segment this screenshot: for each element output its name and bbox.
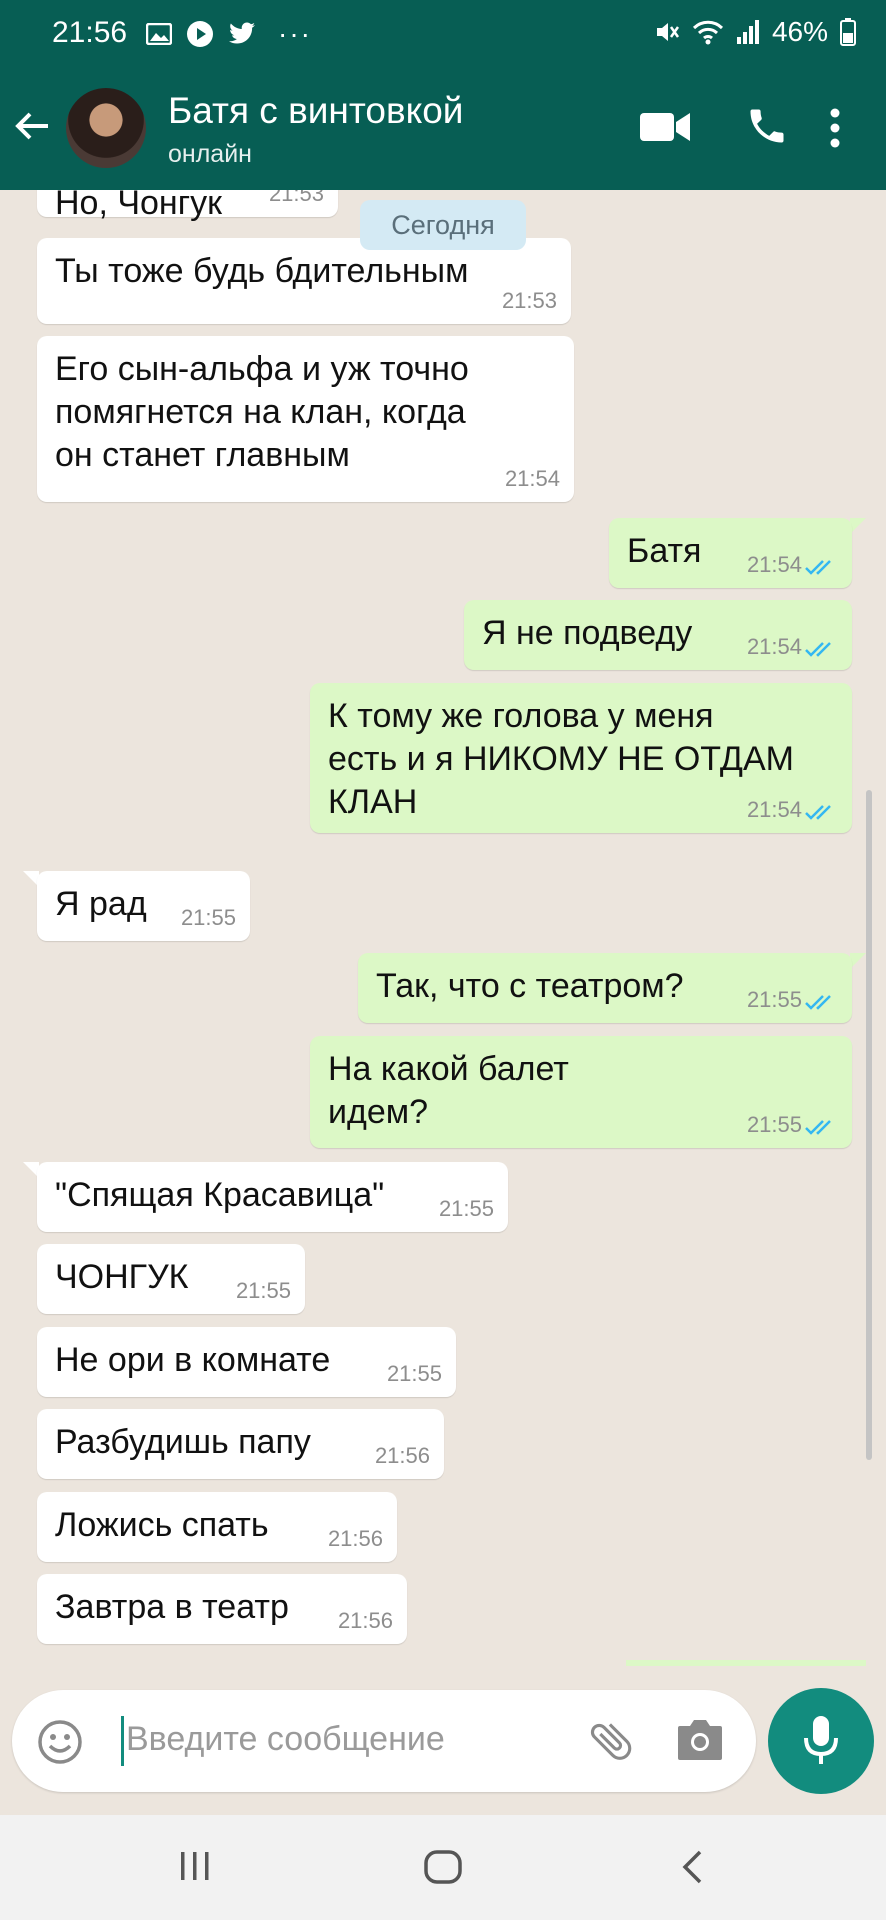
battery-level: 46% [771, 16, 828, 47]
message-text: Разбудишь папу [55, 1423, 311, 1461]
incoming-message[interactable]: Я рад 21:55 [37, 871, 250, 941]
message-time: 21:54 [746, 552, 802, 577]
read-ticks-icon [805, 1120, 831, 1135]
incoming-message[interactable]: Ты тоже будь бдительным 21:53 [37, 238, 571, 324]
youtube-icon [187, 21, 213, 47]
message-time: 21:54 [746, 797, 802, 822]
attach-icon[interactable] [586, 1716, 636, 1766]
back-arrow-icon[interactable] [12, 106, 52, 146]
message-time: 21:55 [746, 987, 802, 1012]
incoming-message[interactable]: Завтра в театр 21:56 [37, 1574, 407, 1644]
contact-name[interactable]: Батя с винтовкой [168, 90, 463, 132]
mic-button[interactable] [768, 1688, 874, 1794]
message-time: 21:55 [746, 1112, 802, 1137]
incoming-message[interactable]: Но, Чонгук 21:53 [37, 190, 338, 222]
message-time: 21:56 [374, 1443, 430, 1468]
message-text: Батя [627, 532, 702, 570]
message-time: 21:55 [386, 1361, 442, 1386]
read-ticks-icon [805, 560, 831, 575]
incoming-message[interactable]: ЧОНГУК 21:55 [37, 1244, 305, 1314]
more-icon[interactable] [828, 106, 842, 150]
chat-header: Батя с винтовкой онлайн [0, 68, 886, 190]
video-call-icon[interactable] [640, 110, 690, 144]
contact-status: онлайн [168, 140, 252, 168]
message-time: 21:55 [438, 1196, 494, 1221]
status-bar: 21:56 ··· 46% [0, 0, 886, 68]
system-nav-bar [0, 1815, 886, 1920]
incoming-message[interactable]: Ложись спать 21:56 [37, 1492, 397, 1562]
home-icon[interactable] [423, 1849, 463, 1885]
date-chip: Сегодня [360, 200, 526, 250]
message-text: Ты тоже будь бдительным [55, 252, 469, 290]
outgoing-message[interactable]: К тому же голова у меня есть и я НИКОМУ … [310, 683, 852, 833]
message-text: Ложись спать [55, 1506, 269, 1544]
message-time: 21:53 [268, 190, 324, 206]
message-input[interactable]: Введите сообщение [126, 1720, 445, 1759]
battery-icon [840, 18, 856, 46]
message-time: 21:55 [180, 905, 236, 930]
message-text: Завтра в театр [55, 1588, 289, 1626]
outgoing-message[interactable]: Батя 21:54 [609, 518, 852, 588]
more-notifications-icon: ··· [278, 18, 312, 49]
chat-area[interactable]: Но, Чонгук 21:53 Ты тоже будь бдительным 21… [0, 190, 886, 1685]
message-text: Я не подведу [482, 614, 693, 652]
phone-icon[interactable] [745, 104, 789, 148]
message-time: 21:54 [746, 634, 802, 659]
mute-icon [656, 23, 679, 41]
bubble-tail [850, 953, 866, 969]
outgoing-message[interactable]: На какой балет идем? 21:55 [310, 1036, 852, 1148]
incoming-message[interactable]: Разбудишь папу 21:56 [37, 1409, 444, 1479]
message-time: 21:55 [235, 1278, 291, 1303]
message-time: 21:53 [501, 288, 557, 313]
text-cursor [121, 1716, 124, 1766]
camera-icon[interactable] [676, 1718, 724, 1762]
outgoing-bubble-edge [626, 1660, 866, 1666]
read-ticks-icon [805, 805, 831, 820]
wifi-icon [692, 20, 724, 45]
nav-back-icon[interactable] [680, 1849, 704, 1885]
read-ticks-icon [805, 642, 831, 657]
message-text: Его сын-альфа и уж точно помягнется на к… [55, 350, 469, 474]
read-ticks-icon [805, 995, 831, 1010]
message-text: К тому же голова у меня есть и я НИКОМУ … [328, 697, 794, 821]
emoji-icon[interactable] [36, 1718, 84, 1766]
mic-icon [804, 1716, 838, 1764]
signal-icon [736, 20, 759, 44]
status-time: 21:56 [52, 16, 128, 49]
message-text: ЧОНГУК [55, 1258, 189, 1296]
bubble-tail [850, 518, 866, 534]
recents-icon[interactable] [178, 1849, 212, 1883]
message-text: Я рад [55, 885, 147, 923]
gallery-icon [146, 23, 172, 45]
incoming-message[interactable]: "Спящая Красавица" 21:55 [37, 1162, 508, 1232]
outgoing-message[interactable]: Я не подведу 21:54 [464, 600, 852, 670]
twitter-icon [229, 22, 255, 44]
outgoing-message[interactable]: Так, что с театром? 21:55 [358, 953, 852, 1023]
message-time: 21:56 [327, 1526, 383, 1551]
message-text: "Спящая Красавица" [55, 1176, 385, 1214]
message-text: Но, Чонгук [55, 190, 222, 222]
message-text: Не ори в комнате [55, 1341, 331, 1379]
message-time: 21:54 [504, 466, 560, 491]
incoming-message[interactable]: Не ори в комнате 21:55 [37, 1327, 456, 1397]
message-time: 21:56 [337, 1608, 393, 1633]
message-text: Так, что с театром? [376, 967, 684, 1005]
message-text: На какой балет идем? [328, 1050, 569, 1131]
incoming-message[interactable]: Его сын-альфа и уж точно помягнется на к… [37, 336, 574, 502]
avatar[interactable] [66, 88, 146, 168]
message-composer[interactable]: Введите сообщение [12, 1690, 756, 1792]
scrollbar[interactable] [866, 790, 872, 1460]
